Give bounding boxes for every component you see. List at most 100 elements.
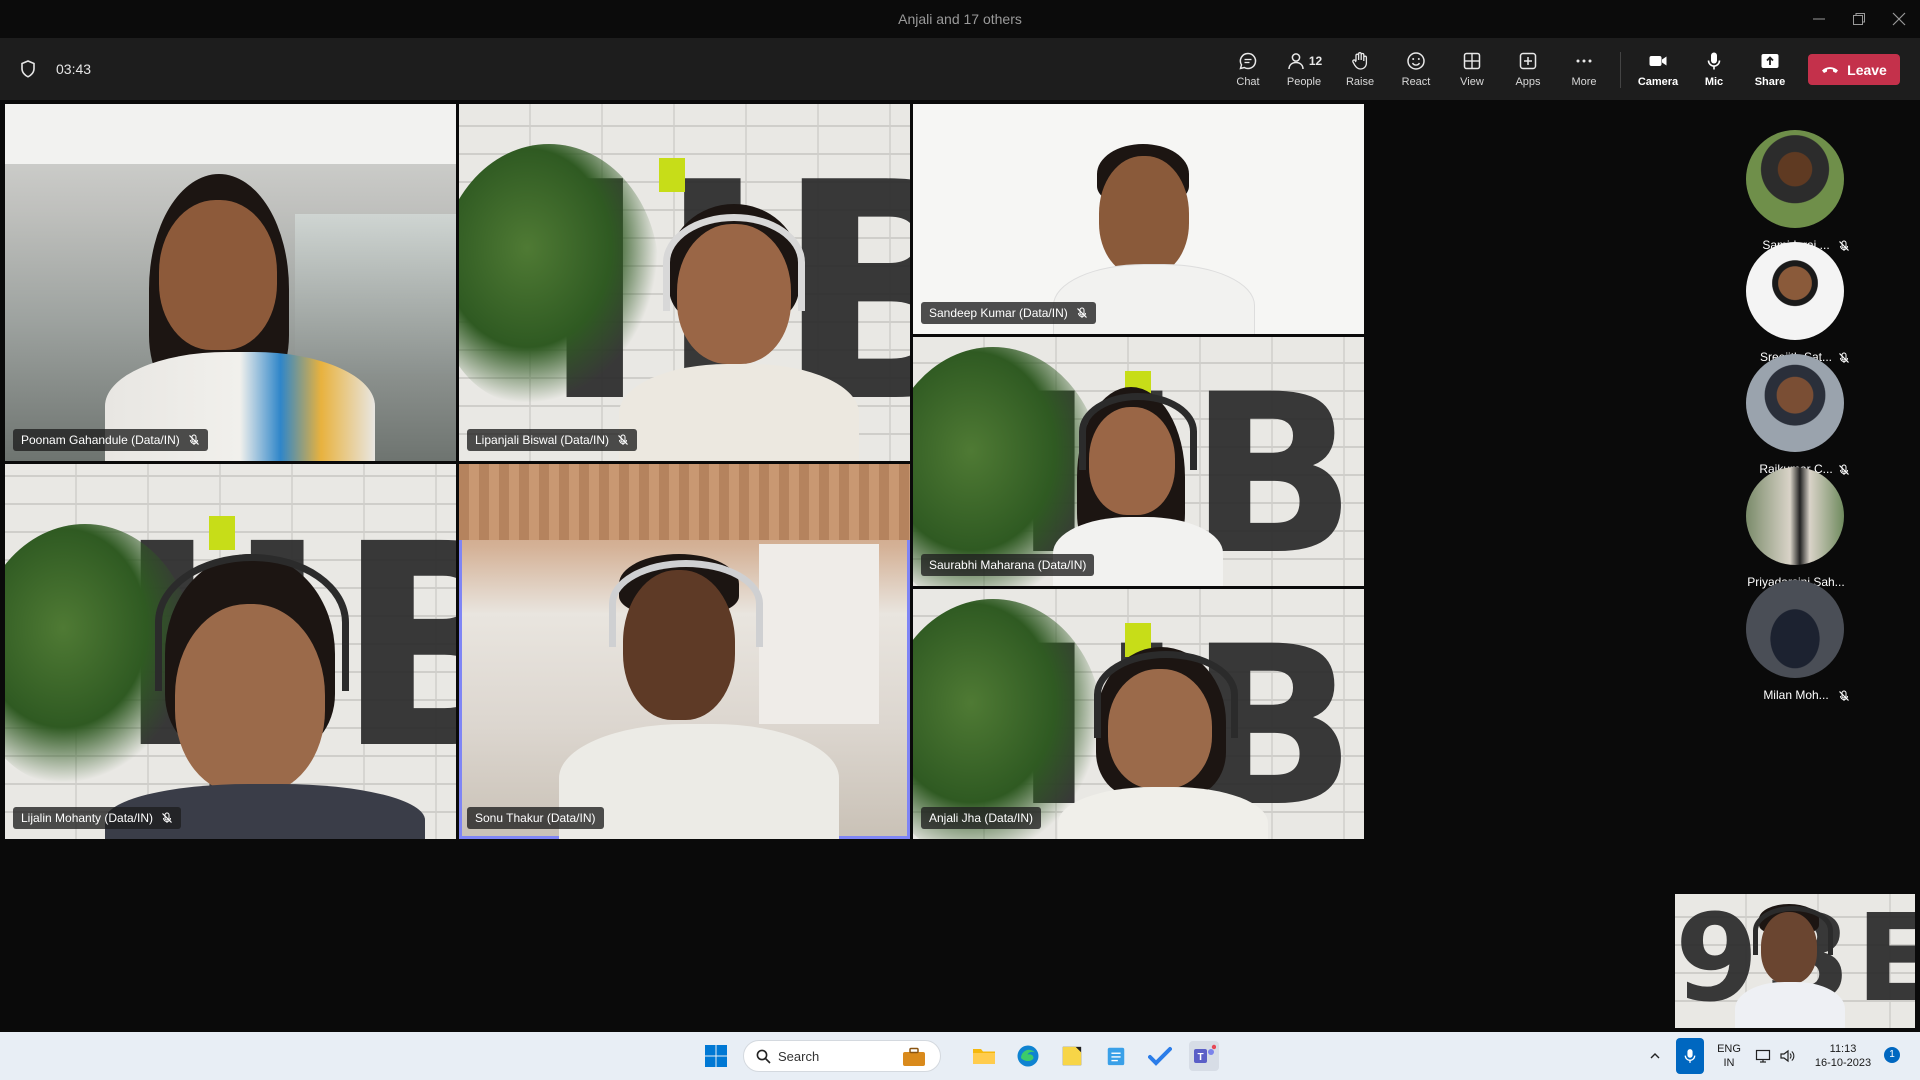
shield-icon [21,60,35,78]
microphone-icon [1684,1049,1696,1063]
participant-tile-poonam[interactable]: Poonam Gahandule (Data/IN) [5,104,456,461]
participant-tile-sonu[interactable]: Sonu Thakur (Data/IN) [459,464,910,839]
participant-name: Lipanjali Biswal (Data/IN) [475,433,610,447]
participant-video [105,554,425,839]
mic-off-icon [618,434,628,445]
leave-label: Leave [1847,61,1887,78]
participant-nametag: Lipanjali Biswal (Data/IN) [467,429,638,451]
avatar [1746,130,1844,228]
people-button[interactable]: 12 People [1278,49,1330,93]
leave-button[interactable]: Leave [1808,54,1900,85]
mic-off-icon [1839,240,1849,251]
apps-label: Apps [1515,76,1541,88]
background-accent [209,516,235,550]
avatar [1746,580,1844,678]
self-view[interactable]: 9ЗЕ [1675,894,1915,1028]
people-count: 12 [1308,54,1323,68]
window-title: Anjali and 17 others [898,11,1022,27]
avatar [1746,467,1844,565]
mic-off-icon [1839,464,1849,475]
folder-icon [973,1049,995,1064]
chat-button[interactable]: Chat [1222,49,1274,93]
avatar [1746,354,1844,452]
share-label: Share [1754,76,1786,88]
input-language[interactable]: ENG IN [1712,1042,1746,1070]
notification-badge[interactable]: 1 [1884,1047,1900,1063]
background-accent [659,158,685,192]
participant-nametag: Anjali Jha (Data/IN) [921,807,1042,829]
participant-tile-lijalin[interactable]: IJBE Lijalin Mohanty (Data/IN) [5,464,456,839]
react-button[interactable]: React [1390,49,1442,93]
more-label: More [1571,76,1597,88]
self-video [1735,904,1865,1028]
share-button[interactable]: Share [1744,49,1796,93]
taskbar-search[interactable]: Search [743,1040,941,1072]
participant-tile-lipanjali[interactable]: IJBE Lipanjali Biswal (Data/IN) [459,104,910,461]
view-button[interactable]: View [1446,49,1498,93]
toolbar-divider [1620,52,1621,88]
language-region: IN [1723,1057,1735,1069]
mic-in-use-indicator[interactable] [1676,1038,1704,1074]
participant-name: Sonu Thakur (Data/IN) [475,811,596,825]
mic-off-icon [1839,690,1849,701]
participant-name: Poonam Gahandule (Data/IN) [21,433,180,447]
camera-label: Camera [1637,76,1679,88]
restore-icon [1853,13,1865,25]
participant-video [1058,647,1308,839]
layout-icon [1463,52,1481,70]
teams-icon: T [1194,1044,1216,1063]
mic-off-icon [188,434,199,445]
volume-control[interactable] [1776,1041,1798,1071]
participant-nametag: Saurabhi Maharana (Data/IN) [921,554,1095,576]
participant-tile-sandeep[interactable]: Sandeep Kumar (Data/IN) [913,104,1364,334]
briefcase-icon [903,1047,925,1066]
mic-off-icon [1076,307,1087,318]
close-button[interactable] [1876,4,1920,34]
people-label: People [1286,76,1322,88]
participant-name: Lijalin Mohanty (Data/IN) [21,811,154,825]
clock-date: 16-10-2023 [1814,1057,1872,1069]
mic-button[interactable]: Mic [1688,49,1740,93]
raise-hand-icon [1352,52,1368,70]
raise-hand-button[interactable]: Raise [1334,49,1386,93]
participant-name: Anjali Jha (Data/IN) [929,811,1034,825]
participant-video [1053,144,1283,334]
notepad-icon [1107,1047,1125,1066]
chat-label: Chat [1236,76,1260,88]
edge-icon [1017,1045,1039,1067]
participant-tile-saurabhi[interactable]: IJBe Saurabhi Maharana (Data/IN) [913,337,1364,586]
teams-button[interactable]: T [1189,1041,1219,1071]
apps-button[interactable]: Apps [1502,49,1554,93]
participant-nametag: Lijalin Mohanty (Data/IN) [13,807,182,829]
network-status[interactable] [1752,1041,1774,1071]
participant-nametag: Poonam Gahandule (Data/IN) [13,429,208,451]
chat-icon [1239,52,1257,70]
mic-label: Mic [1704,76,1724,88]
chevron-up-icon [1650,1053,1660,1059]
clock[interactable]: 11:13 16-10-2023 [1808,1042,1878,1070]
notepad-button[interactable] [1101,1041,1131,1071]
participant-video [619,204,889,461]
file-explorer-button[interactable] [969,1041,999,1071]
camera-icon [1649,56,1667,66]
sticky-notes-button[interactable] [1057,1041,1087,1071]
edge-button[interactable] [1013,1041,1043,1071]
ceiling [5,104,456,164]
windows-icon [705,1045,727,1067]
search-icon [756,1049,771,1064]
speaker-icon [1780,1049,1795,1063]
participant-tile-anjali[interactable]: IJBe Anjali Jha (Data/IN) [913,589,1364,839]
mic-off-icon [162,812,172,823]
react-label: React [1401,76,1431,88]
title-bar: Anjali and 17 others [0,0,1920,38]
taskbar: Search T ENG IN 11:13 16-10-2023 1 [0,1032,1920,1080]
clock-time: 11:13 [1829,1043,1857,1055]
start-button[interactable] [701,1041,731,1071]
more-button[interactable]: More [1558,49,1610,93]
todo-button[interactable] [1145,1041,1175,1071]
participant-video [105,174,385,461]
show-hidden-icons-button[interactable] [1643,1041,1667,1071]
camera-button[interactable]: Camera [1632,49,1684,93]
participant-name: Sandeep Kumar (Data/IN) [929,306,1068,320]
language-code: ENG [1717,1043,1741,1055]
